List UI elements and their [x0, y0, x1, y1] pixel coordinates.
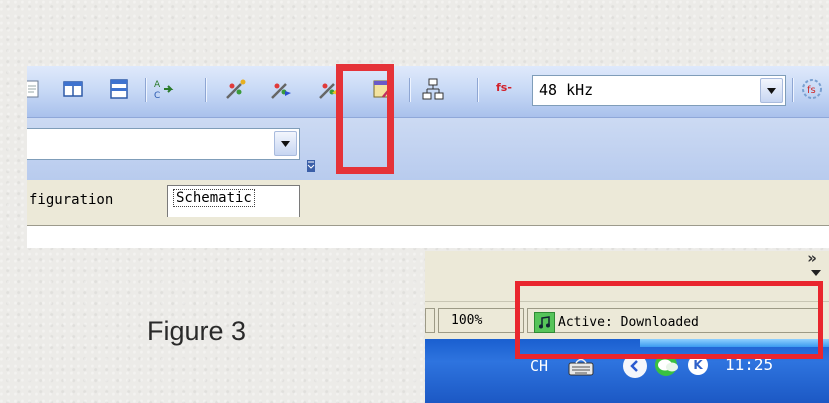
toolbar-separator [792, 78, 793, 102]
view-tab-bar: figuration Schematic [27, 180, 829, 226]
toolbar-separator [145, 78, 146, 102]
split-horizontal-icon[interactable] [106, 76, 132, 102]
status-pane [425, 308, 435, 333]
figure-page: { "toolbar": { "icons": ["document-icon"… [0, 0, 829, 403]
tab-schematic-label: Schematic [173, 189, 255, 207]
toolbar-separator [409, 78, 410, 102]
toolbar-separator [477, 78, 478, 102]
tab-configuration[interactable]: figuration [27, 188, 169, 216]
wand-blue-icon[interactable] [268, 76, 294, 102]
svg-text:C: C [154, 91, 160, 101]
secondary-toolbar [27, 118, 829, 180]
sample-rate-dropdown[interactable]: 48 kHz [532, 75, 786, 106]
chevron-down-icon [767, 87, 776, 94]
sort-az-icon[interactable]: AC [149, 76, 175, 102]
figure-caption: Figure 3 [147, 316, 247, 346]
main-toolbar: AC fs- 48 kHz fs [27, 66, 829, 118]
dropdown-arrow-icon[interactable] [811, 270, 821, 276]
sample-rate-dropdown-button[interactable] [760, 78, 783, 103]
zoom-level: 100% [438, 308, 524, 333]
annotation-highlight-box [336, 64, 394, 174]
chevron-left-icon [630, 360, 638, 372]
svg-text:A: A [154, 80, 161, 90]
toolbar-separator [205, 78, 206, 102]
keyboard-icon[interactable] [568, 356, 594, 376]
settings-hex-icon[interactable]: fs [799, 76, 825, 102]
object-selector-dropdown-button[interactable] [274, 131, 297, 156]
wand-icon[interactable] [223, 76, 249, 102]
tab-schematic[interactable]: Schematic [167, 185, 300, 217]
document-icon[interactable] [27, 76, 45, 102]
svg-text:fs: fs [807, 85, 816, 96]
statusbar-crop: » 100% Active: Downloaded CH K 11:25 [425, 251, 829, 403]
hierarchy-icon[interactable] [420, 76, 446, 102]
input-language-indicator[interactable]: CH [530, 357, 548, 375]
sample-rate-value: 48 kHz [539, 81, 594, 99]
overflow-chevron-icon[interactable]: » [807, 251, 817, 267]
toolbar-overflow-icon[interactable] [307, 160, 315, 172]
split-vertical-icon[interactable] [60, 76, 86, 102]
schematic-canvas-edge [27, 226, 829, 248]
sample-rate-fs-label: fs- [496, 81, 512, 94]
object-selector-dropdown[interactable] [27, 128, 300, 160]
chevron-down-icon [281, 140, 290, 147]
annotation-highlight-box [515, 281, 823, 359]
application-crop: AC fs- 48 kHz fs figuration Schematic [27, 30, 829, 248]
